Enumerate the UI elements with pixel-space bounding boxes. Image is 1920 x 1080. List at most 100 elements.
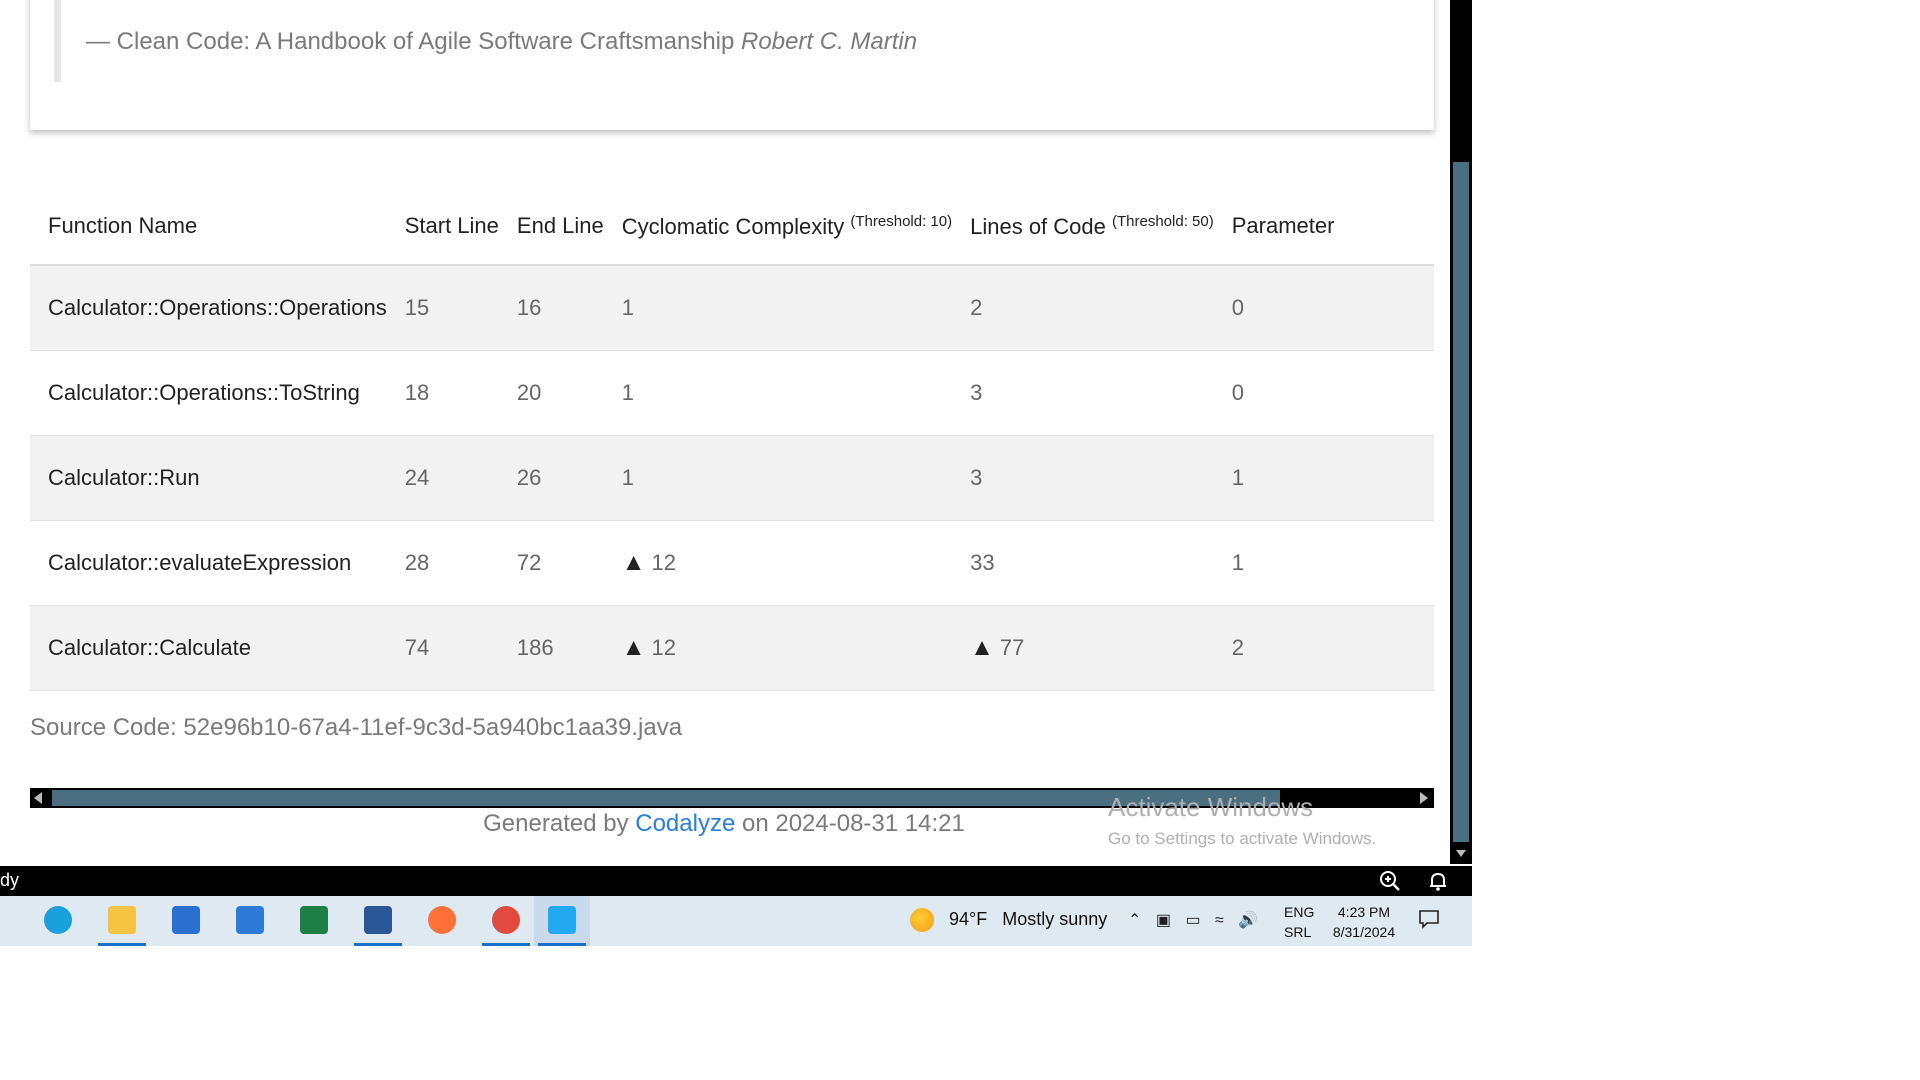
watermark-title: Activate Windows [1108,792,1314,822]
table-row: Calculator::Calculate 74 186 ▲ 12 ▲ 77 2 [30,605,1434,691]
cell-cyclomatic-value: 1 [621,295,635,320]
cell-end-line: 20 [498,350,604,436]
cell-lines-of-code-value: 33 [970,550,995,575]
col-function-name[interactable]: Function Name [30,188,387,266]
system-tray: ⌃ ▣ ▭ ≈ 🔊 [1128,910,1268,930]
vertical-scrollbar[interactable] [1450,0,1472,864]
cell-start-line: 74 [386,605,499,691]
col-cyclomatic[interactable]: Cyclomatic Complexity (Threshold: 10) [603,188,953,266]
meet-icon[interactable]: ▣ [1156,912,1171,929]
quote-author: Robert C. Martin [741,28,918,55]
zoom-icon[interactable] [1378,869,1402,893]
language-indicator[interactable]: ENG SRL [1284,902,1314,942]
cell-end-line-value: 186 [516,635,554,660]
cell-lines-of-code-value: 3 [970,465,983,490]
cell-parameters: 2 [1213,605,1434,691]
cell-lines-of-code: ▲ 77 [952,605,1214,691]
cell-end-line: 26 [498,435,604,521]
excel-icon [300,906,328,934]
clock-time: 4:23 PM [1337,904,1391,920]
source-code-label: Source Code: 52e96b10-67a4-11ef-9c3d-5a9… [30,714,683,741]
cell-parameters: 1 [1213,520,1434,606]
browser-content: — Clean Code: A Handbook of Agile Softwa… [0,0,1448,864]
warning-triangle-icon: ▲ [621,634,646,661]
activate-windows-watermark: Activate Windows Go to Settings to activ… [1108,792,1376,849]
taskbar-word-button[interactable] [350,896,406,946]
scroll-down-icon[interactable] [1456,850,1466,857]
taskbar-firefox-button[interactable] [414,896,470,946]
cell-cyclomatic-value: 1 [621,380,635,405]
table-row: Calculator::evaluateExpression 28 72 ▲ 12 33 1 [30,520,1434,606]
cell-function-name: Calculator::Calculate [30,605,387,691]
chrome-icon [492,906,520,934]
bell-icon[interactable] [1426,869,1450,893]
footer-prefix: Generated by [483,810,629,837]
cell-parameters: 1 [1213,435,1434,521]
footer-suffix: on 2024-08-31 14:21 [741,810,965,837]
cell-function-name: Calculator::Operations::ToString [30,350,387,436]
taskbar-edge-button[interactable] [30,896,86,946]
col-start-line[interactable]: Start Line [386,188,499,266]
lang-top: ENG [1284,904,1315,920]
cell-end-line: 186 [498,605,604,691]
weather-temp: 94°F [949,908,988,929]
scroll-left-icon[interactable] [34,792,42,804]
quote-source: — Clean Code: A Handbook of Agile Softwa… [86,28,735,55]
loc-threshold: (Threshold: 50) [1112,212,1214,230]
status-bar: dy [0,866,1472,896]
vertical-scroll-thumb[interactable] [1453,162,1469,842]
col-parameters[interactable]: Parameter [1213,188,1434,266]
cell-cyclomatic: 1 [603,350,953,436]
cell-parameters-value: 1 [1231,465,1244,490]
weather-widget[interactable]: 94°F Mostly sunny [910,908,1107,932]
chevron-up-icon[interactable]: ⌃ [1128,912,1141,929]
vscode-icon [548,906,576,934]
cell-lines-of-code-value: 3 [970,380,983,405]
horizontal-scroll-thumb[interactable] [52,790,1280,806]
cell-parameters: 0 [1213,350,1434,436]
codalyze-link[interactable]: Codalyze [635,810,735,837]
clock[interactable]: 4:23 PM 8/31/2024 [1328,902,1400,942]
volume-icon[interactable]: 🔊 [1238,912,1258,929]
clock-date: 8/31/2024 [1332,924,1396,940]
cell-parameters-value: 2 [1231,635,1244,660]
notification-center-icon[interactable] [1418,908,1440,930]
cell-cyclomatic: ▲ 12 [603,520,953,606]
col-end-line[interactable]: End Line [498,188,604,266]
cell-lines-of-code: 3 [952,435,1214,521]
cell-cyclomatic-value: 12 [651,635,677,660]
cell-end-line-value: 20 [516,380,542,405]
function-metrics-table: Function Name Start Line End Line Cyclom… [30,188,1434,691]
cell-cyclomatic-value: 1 [621,465,635,490]
cell-function-name: Calculator::Run [30,435,387,521]
cell-function-name-value: Calculator::evaluateExpression [48,550,352,575]
taskbar-vscode-button[interactable] [534,896,590,946]
taskbar-excel-button[interactable] [286,896,342,946]
cell-parameters-value: 0 [1231,380,1244,405]
taskbar-file-explorer-button[interactable] [94,896,150,946]
taskbar-chrome-button[interactable] [478,896,534,946]
cell-function-name-value: Calculator::Run [48,465,200,490]
cell-lines-of-code-value: 2 [970,295,983,320]
taskbar-mail-button[interactable] [222,896,278,946]
scroll-right-icon[interactable] [1420,792,1428,804]
cell-start-line-value: 28 [404,550,430,575]
table-header-row: Function Name Start Line End Line Cyclom… [30,188,1434,266]
taskbar-microsoft-store-button[interactable] [158,896,214,946]
col-lines-of-code[interactable]: Lines of Code (Threshold: 50) [952,188,1214,266]
quote-border [54,0,61,82]
cell-function-name: Calculator::Operations::Operations [30,265,387,351]
edge-icon [44,906,72,934]
cell-lines-of-code: 3 [952,350,1214,436]
cell-lines-of-code: 2 [952,265,1214,351]
cell-cyclomatic: 1 [603,435,953,521]
cell-start-line: 15 [386,265,499,351]
wifi-icon[interactable]: ≈ [1215,912,1224,929]
watermark-subtitle: Go to Settings to activate Windows. [1108,829,1377,848]
cell-start-line-value: 74 [404,635,430,660]
cell-cyclomatic-value: 12 [651,550,677,575]
cell-end-line: 72 [498,520,604,606]
battery-icon[interactable]: ▭ [1185,912,1200,929]
word-icon [364,906,392,934]
cell-start-line-value: 24 [404,465,430,490]
